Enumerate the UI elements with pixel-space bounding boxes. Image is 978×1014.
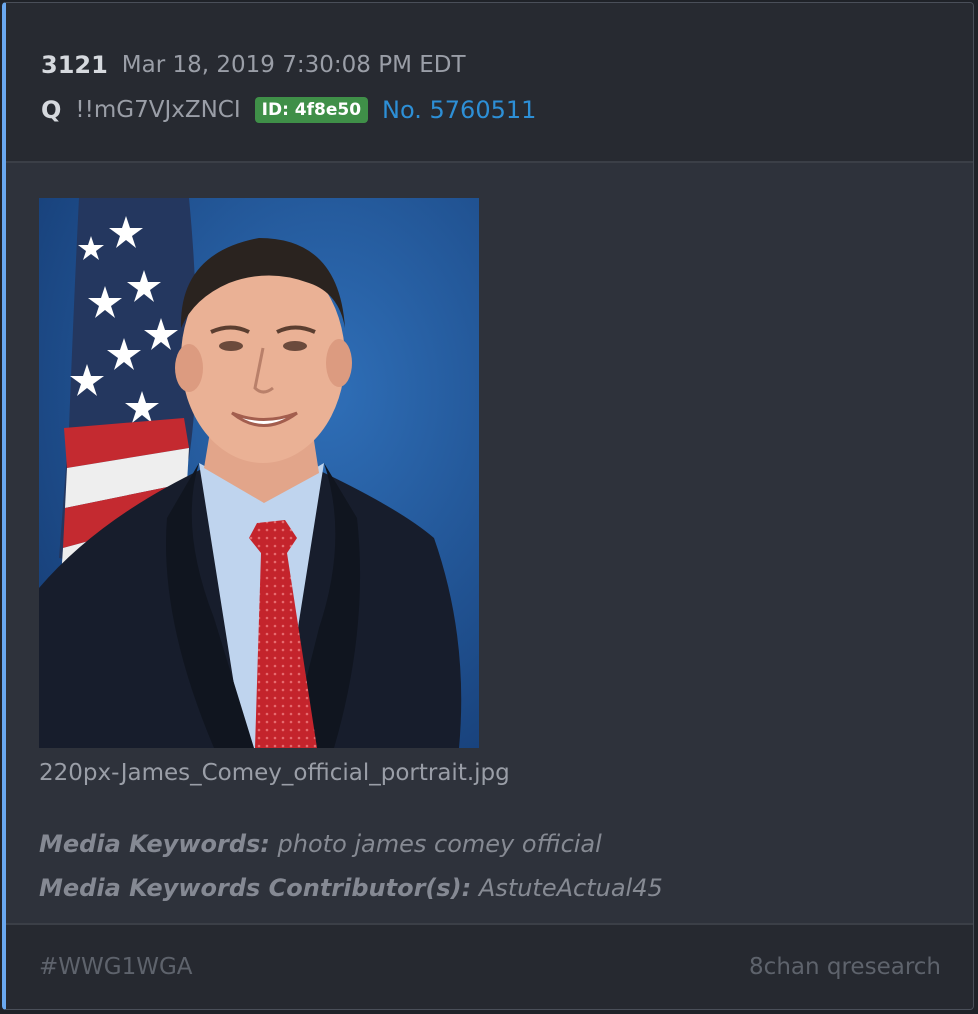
source-label: 8chan qresearch bbox=[749, 954, 941, 980]
media-contributors-label: Media Keywords Contributor(s): bbox=[39, 874, 472, 902]
portrait-photo bbox=[39, 198, 479, 748]
image-filename[interactable]: 220px-James_Comey_official_portrait.jpg bbox=[39, 760, 510, 786]
post-number: 3121 bbox=[41, 51, 108, 79]
post-date: Mar 18, 2019 7:30:08 PM EDT bbox=[121, 52, 466, 78]
media-contributors-row: Media Keywords Contributor(s): AstuteAct… bbox=[39, 874, 663, 902]
media-keywords-label: Media Keywords: bbox=[39, 830, 270, 858]
post-author-row: Q !!mG7VJxZNCI ID: 4f8e50 No. 5760511 bbox=[41, 92, 536, 128]
post-number-link[interactable]: No. 5760511 bbox=[382, 96, 536, 124]
id-badge: ID: 4f8e50 bbox=[254, 97, 369, 123]
post-footer: #WWG1WGA 8chan qresearch bbox=[6, 923, 973, 1009]
media-contributors-value: AstuteActual45 bbox=[478, 874, 663, 902]
post-meta-row: 3121 Mar 18, 2019 7:30:08 PM EDT bbox=[41, 48, 466, 82]
post-card: 3121 Mar 18, 2019 7:30:08 PM EDT Q !!mG7… bbox=[2, 2, 974, 1010]
post-image[interactable] bbox=[39, 198, 479, 748]
hashtag-label: #WWG1WGA bbox=[39, 954, 193, 980]
post-author: Q bbox=[41, 96, 62, 124]
post-tripcode: !!mG7VJxZNCI bbox=[75, 97, 241, 123]
post-header: 3121 Mar 18, 2019 7:30:08 PM EDT Q !!mG7… bbox=[6, 3, 973, 163]
media-keywords-row: Media Keywords: photo james comey offici… bbox=[39, 830, 602, 858]
post-body: 220px-James_Comey_official_portrait.jpg … bbox=[6, 163, 973, 927]
media-keywords-value: photo james comey official bbox=[277, 830, 602, 858]
